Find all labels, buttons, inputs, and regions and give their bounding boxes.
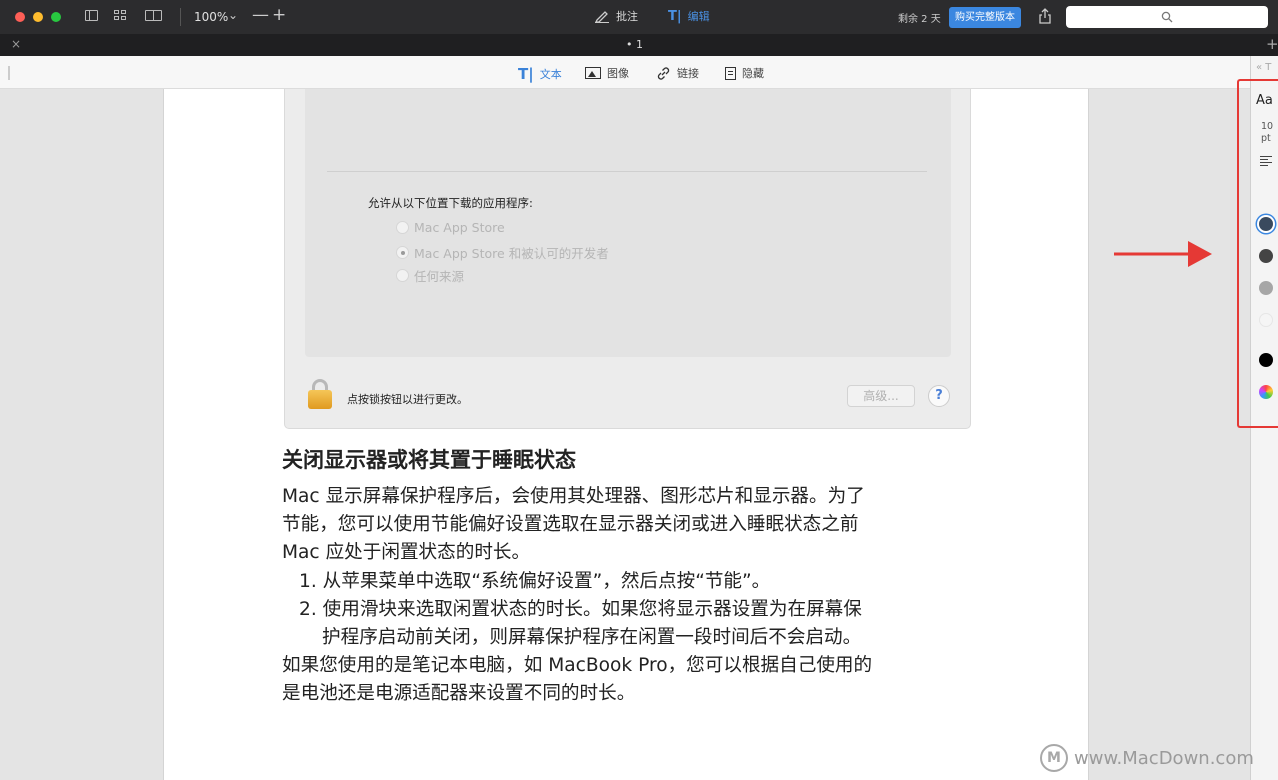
title-bar: 100% ⌄ — + 批注 T| 编辑 剩余 2 天 购买完整版本 bbox=[0, 0, 1278, 34]
edit-toolbar: T| 文本 图像 链接 隐藏 bbox=[0, 56, 1250, 89]
radio-icon bbox=[396, 269, 409, 282]
advanced-button: 高级... bbox=[847, 385, 915, 407]
edit-mode-button[interactable]: T| 编辑 bbox=[668, 8, 710, 24]
list-item-continuation[interactable]: 护程序启动前关闭，则屏幕保护程序在闲置一段时间后不会启动。 bbox=[322, 622, 861, 649]
search-icon bbox=[1161, 11, 1173, 23]
toolbar-handle bbox=[8, 66, 10, 80]
paragraph-line[interactable]: Mac 应处于闲置状态的时长。 bbox=[282, 537, 530, 564]
two-page-view-icon[interactable] bbox=[145, 10, 162, 21]
radio-icon bbox=[396, 221, 409, 234]
edit-text-tool[interactable]: T| 文本 bbox=[518, 65, 562, 83]
hide-tool-icon bbox=[725, 66, 736, 80]
edit-hide-tool[interactable]: 隐藏 bbox=[725, 65, 764, 81]
edit-label: 编辑 bbox=[687, 10, 710, 23]
document-canvas: 允许从以下位置下载的应用程序: Mac App Store Mac App St… bbox=[0, 89, 1250, 780]
list-item[interactable]: 1. 从苹果菜单中选取“系统偏好设置”，然后点按“节能”。 bbox=[299, 566, 770, 593]
list-item[interactable]: 2. 使用滑块来选取闲置状态的时长。如果您将显示器设置为在屏幕保 bbox=[299, 594, 862, 621]
paragraph-line[interactable]: 节能，您可以使用节能偏好设置选取在显示器关闭或进入睡眠状态之前 bbox=[282, 509, 858, 536]
highlight-box bbox=[1237, 79, 1278, 428]
zoom-in-button[interactable]: + bbox=[272, 5, 286, 25]
zoom-chevron-icon[interactable]: ⌄ bbox=[228, 8, 238, 22]
pdf-page[interactable]: 允许从以下位置下载的应用程序: Mac App Store Mac App St… bbox=[163, 89, 1089, 780]
share-icon[interactable] bbox=[1038, 8, 1052, 24]
radio-selected-icon bbox=[396, 246, 409, 259]
lock-icon bbox=[308, 379, 332, 409]
document-heading[interactable]: 关闭显示器或将其置于睡眠状态 bbox=[282, 444, 576, 474]
zoom-window-button[interactable] bbox=[51, 12, 61, 22]
buy-full-version-button[interactable]: 购买完整版本 bbox=[949, 7, 1021, 28]
tab-bar: × • 1 + bbox=[0, 34, 1278, 56]
tab-title[interactable]: • 1 bbox=[626, 38, 643, 51]
edit-image-tool[interactable]: 图像 bbox=[585, 65, 629, 81]
watermark: M www.MacDown.com bbox=[1040, 744, 1254, 772]
close-window-button[interactable] bbox=[15, 12, 25, 22]
radio-label: Mac App Store bbox=[414, 220, 505, 235]
grid-view-icon[interactable] bbox=[114, 10, 127, 21]
prefs-heading: 允许从以下位置下载的应用程序: bbox=[368, 196, 533, 210]
radio-option-identified: Mac App Store 和被认可的开发者 bbox=[396, 243, 609, 262]
zoom-out-button[interactable]: — bbox=[252, 5, 269, 25]
annotate-label: 批注 bbox=[616, 10, 638, 23]
paragraph-line[interactable]: Mac 显示屏幕保护程序后，会使用其处理器、图形芯片和显示器。为了 bbox=[282, 481, 865, 508]
sidebar-collapse-icon[interactable]: « T bbox=[1256, 62, 1271, 73]
embedded-prefs-screenshot: 允许从以下位置下载的应用程序: Mac App Store Mac App St… bbox=[284, 89, 971, 429]
minimize-window-button[interactable] bbox=[33, 12, 43, 22]
watermark-text: www.MacDown.com bbox=[1074, 747, 1254, 769]
link-tool-icon bbox=[657, 66, 670, 80]
lock-hint-text: 点按锁按钮以进行更改。 bbox=[347, 393, 468, 406]
red-arrow-icon bbox=[1114, 241, 1212, 267]
image-tool-icon bbox=[585, 67, 601, 79]
text-tool-icon: T| bbox=[518, 65, 534, 83]
annotate-mode-button[interactable]: 批注 bbox=[594, 8, 638, 24]
text-tool-label: 文本 bbox=[539, 68, 562, 81]
hide-tool-label: 隐藏 bbox=[742, 67, 764, 80]
pen-icon bbox=[594, 11, 609, 23]
link-tool-label: 链接 bbox=[677, 67, 699, 80]
zoom-level[interactable]: 100% bbox=[194, 10, 228, 24]
paragraph-line[interactable]: 如果您使用的是笔记本电脑，如 MacBook Pro，您可以根据自己使用的 bbox=[282, 650, 872, 677]
prefs-inner-panel: 允许从以下位置下载的应用程序: Mac App Store Mac App St… bbox=[305, 89, 951, 357]
radio-label: 任何来源 bbox=[414, 269, 465, 284]
new-tab-button[interactable]: + bbox=[1266, 35, 1278, 53]
radio-option-app-store: Mac App Store bbox=[396, 220, 505, 235]
edit-link-tool[interactable]: 链接 bbox=[656, 65, 699, 81]
close-tab-icon[interactable]: × bbox=[11, 37, 21, 51]
prefs-divider bbox=[327, 171, 927, 172]
text-edit-icon: T| bbox=[668, 8, 682, 24]
watermark-logo-icon: M bbox=[1040, 744, 1068, 772]
toolbar-divider bbox=[180, 8, 181, 26]
image-tool-label: 图像 bbox=[607, 67, 629, 80]
sidebar-toggle-icon[interactable] bbox=[85, 10, 98, 21]
radio-option-anywhere: 任何来源 bbox=[396, 266, 464, 285]
radio-label: Mac App Store 和被认可的开发者 bbox=[414, 246, 609, 261]
help-icon: ? bbox=[928, 385, 950, 407]
search-input[interactable] bbox=[1066, 6, 1268, 28]
paragraph-line[interactable]: 是电池还是电源适配器来设置不同的时长。 bbox=[282, 678, 635, 705]
trial-remaining-text: 剩余 2 天 bbox=[898, 14, 941, 25]
